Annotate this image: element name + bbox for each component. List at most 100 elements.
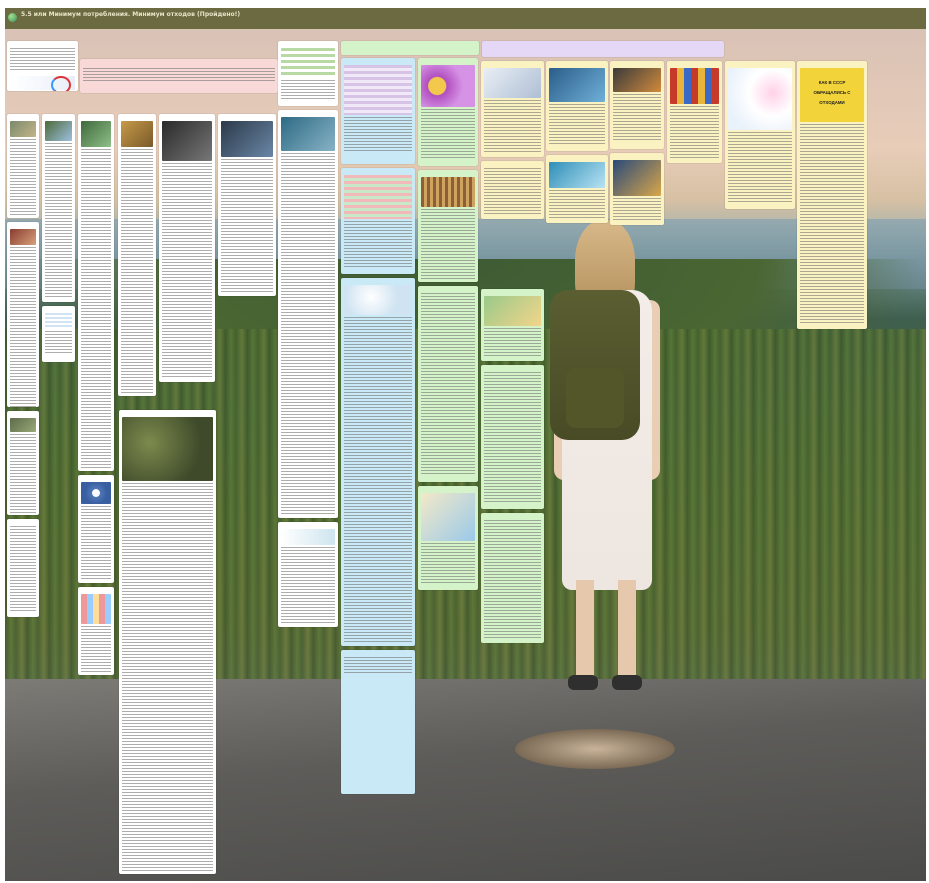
post-image [281, 529, 335, 545]
post-card[interactable] [278, 522, 338, 627]
post-card[interactable] [278, 110, 338, 518]
post-image [421, 493, 475, 541]
post-image [10, 121, 36, 137]
post-card[interactable] [418, 486, 478, 590]
post-card[interactable] [78, 587, 114, 675]
post-image [81, 482, 111, 504]
post-image [613, 160, 661, 196]
post-image [10, 229, 36, 245]
post-card[interactable] [218, 114, 276, 296]
post-image [344, 175, 412, 219]
post-image [484, 68, 541, 98]
post-image [281, 48, 335, 78]
post-card[interactable] [418, 58, 478, 166]
poster-card[interactable]: КАК В СССР ОБРАЩАЛИСЬ С ОТХОДАМИ [797, 61, 867, 329]
link[interactable] [344, 694, 412, 697]
post-image [670, 68, 719, 104]
link[interactable] [344, 690, 412, 693]
post-card[interactable] [7, 519, 39, 617]
section-header-pink[interactable] [80, 59, 278, 93]
link[interactable] [344, 678, 412, 681]
section-header-green[interactable] [341, 41, 479, 55]
column-2 [42, 114, 75, 366]
poster-image: КАК В СССР ОБРАЩАЛИСЬ С ОТХОДАМИ [800, 68, 864, 122]
column-1 [7, 114, 39, 621]
post-card[interactable] [341, 278, 415, 646]
post-image [728, 68, 792, 130]
link[interactable] [344, 698, 412, 701]
post-image [221, 121, 273, 157]
column-8 [278, 41, 338, 631]
promo-image [11, 76, 75, 91]
post-card[interactable] [481, 161, 544, 219]
link[interactable] [344, 674, 412, 677]
column-7 [218, 114, 276, 300]
post-card[interactable] [42, 114, 75, 302]
poster-text: КАК В СССР ОБРАЩАЛИСЬ С ОТХОДАМИ [813, 80, 851, 105]
post-image [421, 65, 475, 107]
link[interactable] [344, 682, 412, 685]
post-card[interactable] [159, 114, 215, 382]
post-card[interactable] [546, 61, 608, 151]
post-image [121, 121, 153, 147]
post-card[interactable] [42, 306, 75, 362]
backpack [550, 290, 640, 440]
girl-with-backpack [540, 220, 670, 690]
post-image [162, 121, 212, 161]
intro-card[interactable] [7, 41, 78, 91]
post-card[interactable] [418, 170, 478, 282]
post-image [81, 121, 111, 147]
post-image [613, 68, 661, 92]
post-card[interactable] [278, 41, 338, 106]
post-image [45, 121, 72, 141]
column-14 [667, 61, 722, 167]
link[interactable] [344, 686, 412, 689]
post-image [344, 285, 412, 315]
column-11 [481, 61, 544, 647]
column-12 [546, 61, 608, 227]
post-card[interactable] [418, 286, 478, 482]
post-image [344, 65, 412, 115]
links-card[interactable] [341, 650, 415, 794]
padlet-logo-icon[interactable] [8, 13, 17, 22]
section-header-lilac[interactable] [482, 41, 724, 57]
link[interactable] [344, 702, 412, 705]
post-card[interactable] [481, 289, 544, 361]
post-card[interactable] [667, 61, 722, 163]
post-card[interactable] [481, 513, 544, 643]
post-card[interactable] [118, 114, 156, 396]
post-card[interactable] [7, 222, 39, 407]
post-image [81, 594, 111, 624]
post-card[interactable] [78, 114, 114, 471]
column-5 [159, 114, 215, 386]
post-card[interactable] [725, 61, 795, 209]
post-image [549, 68, 605, 102]
column-13 [610, 61, 664, 229]
post-image [45, 313, 72, 329]
post-image [421, 177, 475, 207]
post-card[interactable] [78, 475, 114, 583]
post-card[interactable] [610, 153, 664, 225]
post-image [10, 418, 36, 432]
puddle [515, 729, 675, 769]
post-card[interactable] [341, 168, 415, 274]
column-16: КАК В СССР ОБРАЩАЛИСЬ С ОТХОДАМИ [797, 61, 867, 333]
post-card[interactable] [7, 114, 39, 218]
post-image [484, 296, 541, 326]
post-image [122, 417, 213, 481]
column-10 [418, 58, 478, 594]
post-image [281, 117, 335, 151]
board-header: 5.5 или Минимум потребления. Минимум отх… [5, 8, 926, 29]
post-card[interactable] [610, 61, 664, 149]
post-card[interactable] [119, 410, 216, 874]
post-card[interactable] [546, 155, 608, 223]
post-card[interactable] [481, 61, 544, 157]
column-3 [78, 114, 114, 679]
post-card[interactable] [341, 58, 415, 164]
column-9 [341, 58, 415, 798]
post-card[interactable] [7, 411, 39, 515]
post-card[interactable] [481, 365, 544, 509]
column-15 [725, 61, 795, 213]
board-title: 5.5 или Минимум потребления. Минимум отх… [21, 11, 241, 18]
post-image [549, 162, 605, 188]
